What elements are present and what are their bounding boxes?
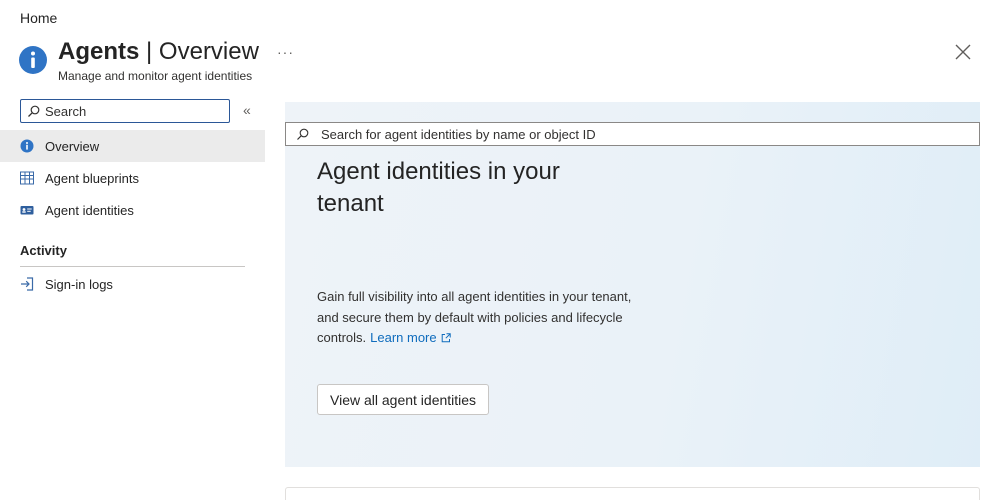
view-all-agent-identities-button[interactable]: View all agent identities bbox=[317, 384, 490, 415]
agent-search-input[interactable] bbox=[321, 126, 961, 142]
page-subtitle: Manage and monitor agent identities bbox=[58, 69, 253, 83]
sidebar-item-label: Sign-in logs bbox=[45, 276, 113, 292]
breadcrumb-home-link[interactable]: Home bbox=[20, 10, 57, 26]
sidebar-divider bbox=[20, 266, 245, 267]
sidebar-item-agent-identities[interactable]: Agent identities bbox=[0, 194, 265, 226]
sidebar-search[interactable] bbox=[20, 99, 230, 123]
page-title: Agents | Overview bbox=[58, 38, 259, 66]
hero-description: Gain full visibility into all agent iden… bbox=[317, 287, 637, 349]
search-icon bbox=[297, 128, 309, 140]
learn-more-link[interactable]: Learn more bbox=[370, 330, 436, 345]
sidebar-item-sign-in-logs[interactable]: Sign-in logs bbox=[0, 268, 265, 300]
sidebar-item-label: Agent identities bbox=[45, 202, 134, 218]
hero-description-text: Gain full visibility into all agent iden… bbox=[317, 289, 632, 345]
info-icon bbox=[19, 46, 47, 74]
sidebar-item-overview[interactable]: Overview bbox=[0, 130, 265, 162]
sidebar-search-input[interactable] bbox=[45, 103, 215, 119]
grid-icon bbox=[20, 171, 34, 185]
collapse-sidebar-button[interactable]: « bbox=[243, 102, 251, 118]
breadcrumb: Home bbox=[20, 10, 57, 26]
sidebar-section-activity: Activity bbox=[20, 243, 67, 258]
agent-search[interactable] bbox=[285, 122, 980, 146]
sign-in-icon bbox=[21, 277, 34, 291]
sidebar-item-label: Agent blueprints bbox=[45, 170, 139, 186]
search-icon bbox=[28, 105, 40, 117]
sidebar-item-agent-blueprints[interactable]: Agent blueprints bbox=[0, 162, 265, 194]
more-options-button[interactable]: ··· bbox=[277, 44, 294, 60]
page-header: Agents | Overview Manage and monitor age… bbox=[18, 38, 259, 83]
sidebar-item-label: Overview bbox=[45, 138, 100, 154]
content-card bbox=[285, 487, 980, 500]
page-title-main: Agents bbox=[58, 38, 140, 65]
page-title-sub: Overview bbox=[158, 38, 259, 65]
id-card-icon bbox=[20, 206, 34, 215]
page-title-separator: | bbox=[139, 38, 159, 65]
close-icon[interactable] bbox=[954, 43, 972, 61]
info-icon bbox=[20, 139, 34, 153]
hero-title: Agent identities in your tenant bbox=[317, 158, 560, 217]
external-link-icon[interactable] bbox=[441, 333, 451, 343]
